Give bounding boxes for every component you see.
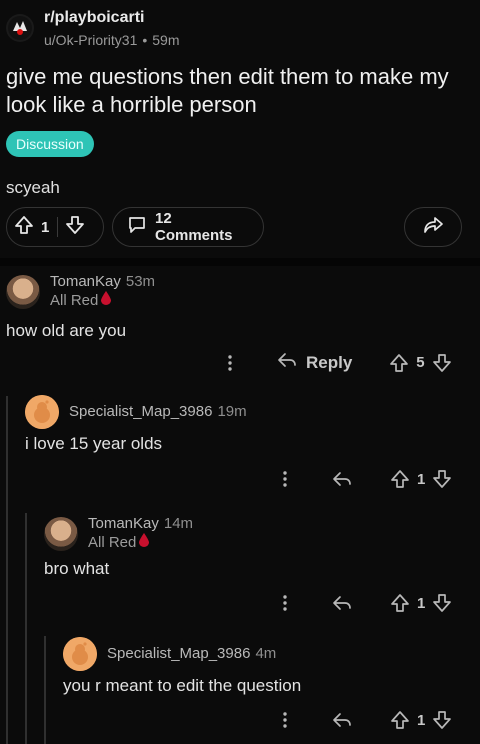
more-icon[interactable] bbox=[275, 592, 295, 614]
upvote-icon[interactable] bbox=[389, 709, 411, 731]
comment-actions: 1 bbox=[275, 468, 453, 490]
share-icon bbox=[422, 214, 444, 241]
reply-label: Reply bbox=[306, 352, 353, 372]
post-author[interactable]: u/Ok-Priority31 bbox=[44, 32, 137, 48]
post-flair[interactable]: Discussion bbox=[6, 131, 94, 157]
comment: TomanKay 14m All Red bro what bbox=[44, 515, 464, 580]
comment-author[interactable]: TomanKay bbox=[50, 273, 121, 290]
thread-line[interactable] bbox=[6, 396, 8, 744]
share-button[interactable] bbox=[404, 207, 462, 247]
comment-text: you r meant to edit the question bbox=[63, 676, 302, 695]
comment-time: 53m bbox=[125, 273, 156, 290]
post-card: r/playboicarti u/Ok-Priority31 • 59m give … bbox=[0, 0, 480, 258]
subreddit-avatar-icon[interactable] bbox=[6, 14, 34, 42]
comment-score: 5 bbox=[416, 354, 425, 371]
reply-icon bbox=[276, 350, 298, 375]
user-flair: All Red bbox=[50, 291, 99, 309]
post-vote-bar: 1 bbox=[6, 207, 104, 247]
post-body: scyeah bbox=[6, 178, 60, 197]
upvote-icon[interactable] bbox=[13, 214, 35, 241]
comments-count: 12 Comments bbox=[155, 210, 233, 244]
downvote-icon[interactable] bbox=[64, 214, 86, 241]
avatar[interactable] bbox=[6, 274, 40, 309]
reply-icon[interactable] bbox=[331, 593, 353, 613]
avatar[interactable] bbox=[63, 637, 97, 671]
comment: Specialist_Map_3986 4m you r meant to edi… bbox=[63, 637, 463, 697]
post-divider bbox=[0, 258, 480, 266]
reply-icon[interactable] bbox=[331, 710, 353, 730]
subreddit-name[interactable]: r/playboicarti bbox=[44, 8, 180, 28]
thread-line[interactable] bbox=[44, 636, 46, 744]
reply-button[interactable]: Reply bbox=[276, 350, 352, 375]
downvote-icon[interactable] bbox=[431, 352, 453, 374]
comment-actions: 1 bbox=[275, 709, 453, 731]
post-title[interactable]: give me questions then edit them to make… bbox=[6, 63, 472, 119]
comment-author[interactable]: Specialist_Map_3986 bbox=[107, 645, 250, 662]
vote-divider bbox=[57, 217, 59, 237]
comment-time: 19m bbox=[217, 403, 247, 420]
comment-time: 14m bbox=[163, 515, 194, 532]
avatar[interactable] bbox=[25, 395, 59, 429]
comments-button[interactable]: 12 Comments bbox=[112, 207, 264, 247]
comment-score: 1 bbox=[417, 594, 426, 612]
post-time: 59m bbox=[152, 32, 180, 48]
downvote-icon[interactable] bbox=[431, 709, 453, 731]
comment: Specialist_Map_3986 19m i love 15 year ol… bbox=[25, 395, 465, 455]
comment: TomanKay 53m All Red how old are you bbox=[6, 273, 474, 342]
upvote-icon[interactable] bbox=[389, 592, 411, 614]
comment-actions: Reply 5 bbox=[220, 350, 453, 375]
downvote-icon[interactable] bbox=[431, 592, 453, 614]
downvote-icon[interactable] bbox=[431, 468, 453, 490]
comment-score: 1 bbox=[417, 470, 426, 488]
separator-dot: • bbox=[142, 32, 148, 48]
comment-text: how old are you bbox=[6, 321, 127, 340]
comment-actions: 1 bbox=[275, 592, 453, 614]
avatar[interactable] bbox=[44, 516, 78, 551]
reply-icon[interactable] bbox=[331, 469, 353, 489]
comment-author[interactable]: Specialist_Map_3986 bbox=[69, 403, 212, 420]
user-flair: All Red bbox=[88, 533, 137, 551]
comment-score: 1 bbox=[417, 711, 426, 729]
upvote-icon[interactable] bbox=[389, 468, 411, 490]
comment-text: bro what bbox=[44, 559, 110, 578]
post-score: 1 bbox=[41, 218, 50, 236]
comment-time: 4m bbox=[255, 645, 277, 662]
comment-text: i love 15 year olds bbox=[25, 434, 163, 453]
blood-drop-icon bbox=[139, 533, 150, 552]
post-header: r/playboicarti u/Ok-Priority31 • 59m bbox=[6, 8, 180, 50]
more-icon[interactable] bbox=[275, 709, 295, 731]
comment-icon bbox=[127, 215, 147, 240]
more-icon[interactable] bbox=[275, 468, 295, 490]
upvote-icon[interactable] bbox=[388, 352, 410, 374]
thread-line[interactable] bbox=[25, 513, 27, 744]
more-icon[interactable] bbox=[220, 352, 240, 374]
blood-drop-icon bbox=[101, 291, 112, 310]
comment-author[interactable]: TomanKay bbox=[88, 515, 159, 532]
